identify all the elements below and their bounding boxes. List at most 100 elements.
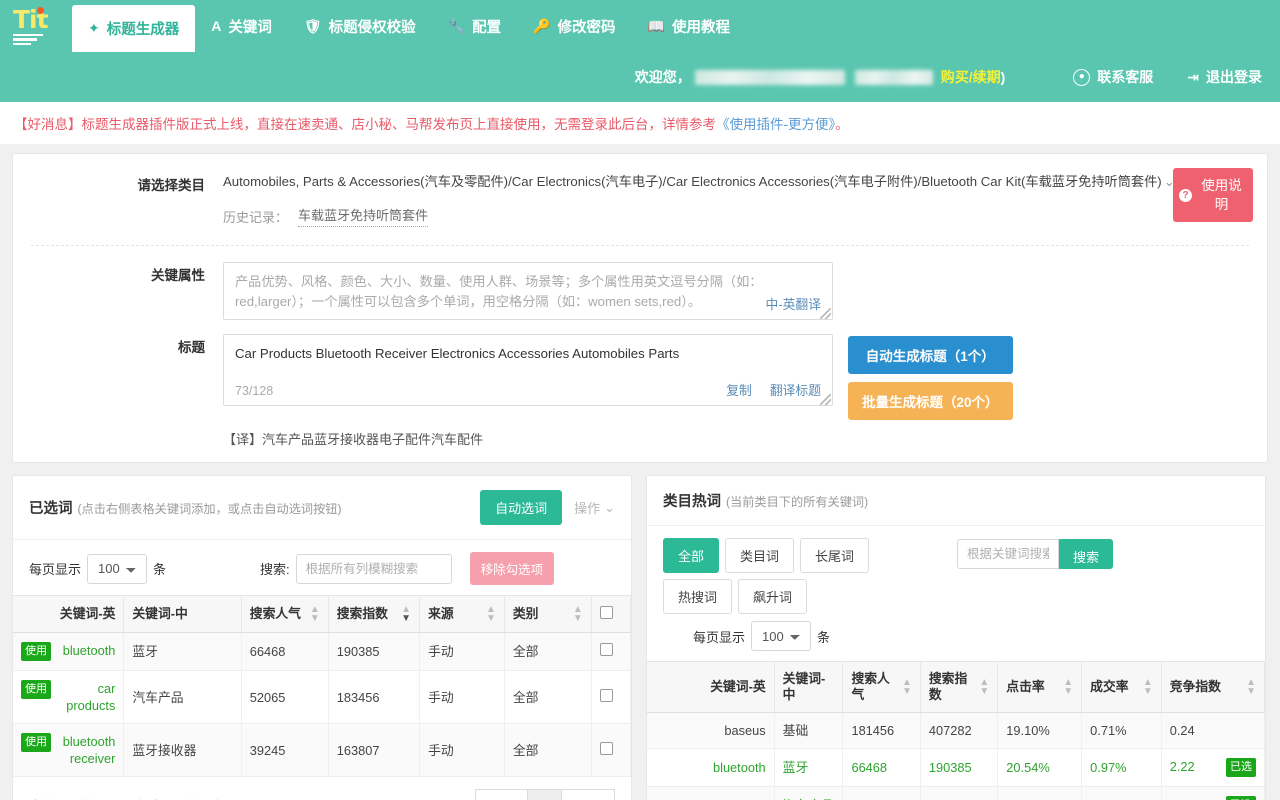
- nav-item-tutorial[interactable]: 📖 使用教程: [632, 0, 746, 52]
- use-tag-button[interactable]: 使用: [21, 680, 51, 699]
- cell-index: 407282: [920, 712, 999, 749]
- table-row[interactable]: car products 汽车产品 52065 183456 18.09% 0.…: [647, 786, 1266, 800]
- nav-item-config[interactable]: 🔧 配置: [432, 0, 517, 52]
- cell-keyword-en: 使用 car products: [13, 670, 125, 724]
- announcement-link[interactable]: 《使用插件-更方便》: [716, 117, 835, 132]
- sort-icon[interactable]: ▲ ▼: [486, 605, 496, 624]
- help-button[interactable]: ? 使用说明: [1173, 168, 1253, 222]
- search-input[interactable]: [295, 553, 452, 584]
- attribute-actions: 中-英翻译: [766, 294, 821, 313]
- app-logo[interactable]: Tit: [0, 0, 72, 52]
- remove-checked-button[interactable]: 移除勾选项: [469, 552, 555, 585]
- per-page-select[interactable]: 100: [751, 621, 812, 651]
- pagination: 上页 1 下页: [474, 789, 615, 800]
- sort-icon[interactable]: ▲ ▼: [1246, 678, 1256, 697]
- col-keyword-cn: 关键词-中: [123, 595, 242, 633]
- row-checkbox[interactable]: [599, 643, 613, 656]
- use-tag-button[interactable]: 使用: [21, 642, 51, 661]
- cell-competition: 2.22 已选: [1161, 748, 1266, 787]
- per-page-select[interactable]: 100: [87, 553, 148, 584]
- contact-support-button[interactable]: ● 联系客服: [1073, 67, 1153, 87]
- sort-icon[interactable]: ▲ ▼: [902, 678, 912, 697]
- prev-page-button[interactable]: 上页: [474, 789, 529, 800]
- col-index-label: 搜索指数: [928, 671, 968, 702]
- cell-source: 手动: [419, 632, 505, 671]
- competition-value: 0.24: [1169, 723, 1195, 738]
- attribute-input[interactable]: [223, 262, 833, 320]
- nav-item-infringement-check[interactable]: 🛡 标题侵权校验: [288, 0, 432, 52]
- nav-item-change-password[interactable]: 🔑 修改密码: [517, 0, 631, 52]
- tab-category-words[interactable]: 类目词: [725, 538, 795, 573]
- cell-keyword-en[interactable]: baseus: [647, 712, 775, 749]
- copy-title-link[interactable]: 复制: [726, 380, 752, 399]
- selected-panel-title: 已选词: [29, 501, 73, 517]
- category-label: 请选择类目: [137, 178, 206, 193]
- cell-checkbox: [591, 670, 632, 724]
- col-keyword-en: 关键词-英: [13, 595, 125, 633]
- nav-item-keywords[interactable]: A 关键词: [195, 0, 288, 52]
- per-page-label: 每页显示: [693, 629, 746, 645]
- cell-keyword-en[interactable]: car products: [647, 786, 775, 800]
- cell-popularity: 39245: [241, 723, 329, 777]
- cell-keyword-en[interactable]: bluetooth: [647, 748, 775, 787]
- col-source-label: 来源: [428, 606, 454, 621]
- logo-dot-icon: [37, 6, 44, 14]
- table-row[interactable]: bluetooth 蓝牙 66468 190385 20.54% 0.97% 2…: [647, 748, 1266, 787]
- cell-keyword-cn: 汽车产品: [123, 670, 242, 724]
- welcome-bar: 欢迎您， 购买/续期) ● 联系客服 ⇥ 退出登录: [0, 52, 1280, 102]
- sort-icon[interactable]: ▲ ▼: [573, 605, 583, 624]
- history-item[interactable]: 车载蓝牙免持听筒套件: [298, 205, 429, 227]
- sort-icon[interactable]: ▲ ▼: [1063, 678, 1073, 697]
- announcement-banner: 【好消息】标题生成器插件版正式上线，直接在速卖通、店小秘、马帮发布页上直接使用，…: [0, 102, 1280, 145]
- auto-pick-button[interactable]: 自动选词: [480, 490, 563, 525]
- title-label: 标题: [178, 340, 205, 355]
- sort-icon[interactable]: ▲ ▼: [401, 605, 411, 624]
- use-tag-button[interactable]: 使用: [21, 733, 51, 752]
- filter-tabs: 全部 类目词 长尾词 热搜词 飙升词: [663, 538, 933, 620]
- cell-keyword-cn: 基础: [774, 712, 844, 749]
- tab-rising-words[interactable]: 飙升词: [738, 579, 808, 614]
- selected-keywords-table: 关键词-英 关键词-中 搜索人气 ▲ ▼ 搜索指数 ▲ ▼ 来源 ▲ ▼ 类别 ▲ ▼ 使用 b…: [13, 595, 632, 777]
- tab-hot-search-words[interactable]: 热搜词: [663, 579, 733, 614]
- hot-words-rows: baseus 基础 181456 407282 19.10% 0.71% 0.2…: [647, 712, 1266, 800]
- attribute-label: 关键属性: [151, 268, 205, 283]
- batch-generate-title-button[interactable]: 批量生成标题（20个）: [848, 382, 1013, 420]
- cell-index: 183456: [920, 786, 999, 800]
- row-checkbox[interactable]: [599, 741, 613, 755]
- buy-renew-link[interactable]: 购买/续期: [941, 67, 1001, 87]
- col-popularity-label: 搜索人气: [851, 671, 890, 702]
- resize-handle[interactable]: [820, 308, 831, 319]
- announcement-text: 标题生成器插件版正式上线，直接在速卖通、店小秘、马帮发布页上直接使用，无需登录此…: [81, 117, 717, 132]
- operate-dropdown[interactable]: 操作 ⌄: [574, 498, 615, 517]
- tab-all[interactable]: 全部: [663, 538, 720, 573]
- cell-index: 190385: [920, 748, 999, 787]
- next-page-button[interactable]: 下页: [561, 789, 615, 800]
- tab-long-tail-words[interactable]: 长尾词: [800, 538, 870, 573]
- selected-tag[interactable]: 已选: [1226, 758, 1256, 777]
- logout-button[interactable]: ⇥ 退出登录: [1187, 67, 1262, 87]
- per-page-unit: 条: [817, 629, 831, 645]
- sort-icon[interactable]: ▲ ▼: [310, 605, 320, 624]
- keyword-search-input[interactable]: [957, 539, 1059, 569]
- keyword-search-button[interactable]: 搜索: [1059, 539, 1114, 569]
- hot-words-panel-title: 类目热词: [663, 494, 721, 510]
- sort-icon[interactable]: ▲ ▼: [979, 678, 989, 697]
- selected-table-footer: 当前显示第 1 至 3 条结果，共 3 条 上页 1 下页: [13, 777, 631, 800]
- col-popularity: 搜索人气 ▲ ▼: [241, 595, 329, 633]
- resize-handle[interactable]: [820, 394, 831, 405]
- hot-words-table: 关键词-英 关键词-中 搜索人气 ▲ ▼ 搜索指数 ▲ ▼ 点击率 ▲ ▼ 成交率 ▲ ▼ 竞争…: [647, 661, 1266, 800]
- translate-attribute-link[interactable]: 中-英翻译: [766, 294, 821, 313]
- row-checkbox[interactable]: [599, 688, 613, 702]
- auto-generate-title-button[interactable]: 自动生成标题（1个）: [848, 336, 1013, 374]
- table-row[interactable]: baseus 基础 181456 407282 19.10% 0.71% 0.2…: [647, 712, 1266, 749]
- table-header-row: 关键词-英 关键词-中 搜索人气 ▲ ▼ 搜索指数 ▲ ▼ 来源 ▲ ▼ 类别 ▲ ▼: [13, 595, 632, 633]
- cell-source: 手动: [419, 670, 505, 724]
- sort-icon[interactable]: ▲ ▼: [1143, 678, 1153, 697]
- translate-title-link[interactable]: 翻译标题: [770, 380, 821, 399]
- page-number-button[interactable]: 1: [527, 789, 563, 800]
- select-all-checkbox[interactable]: [599, 605, 613, 619]
- category-select[interactable]: Automobiles, Parts & Accessories(汽车及零配件)…: [223, 172, 1183, 191]
- cell-competition: 0.31已选: [1161, 786, 1266, 800]
- selected-tag[interactable]: 已选: [1226, 796, 1256, 800]
- nav-item-title-generator[interactable]: ✦ 标题生成器: [72, 5, 196, 52]
